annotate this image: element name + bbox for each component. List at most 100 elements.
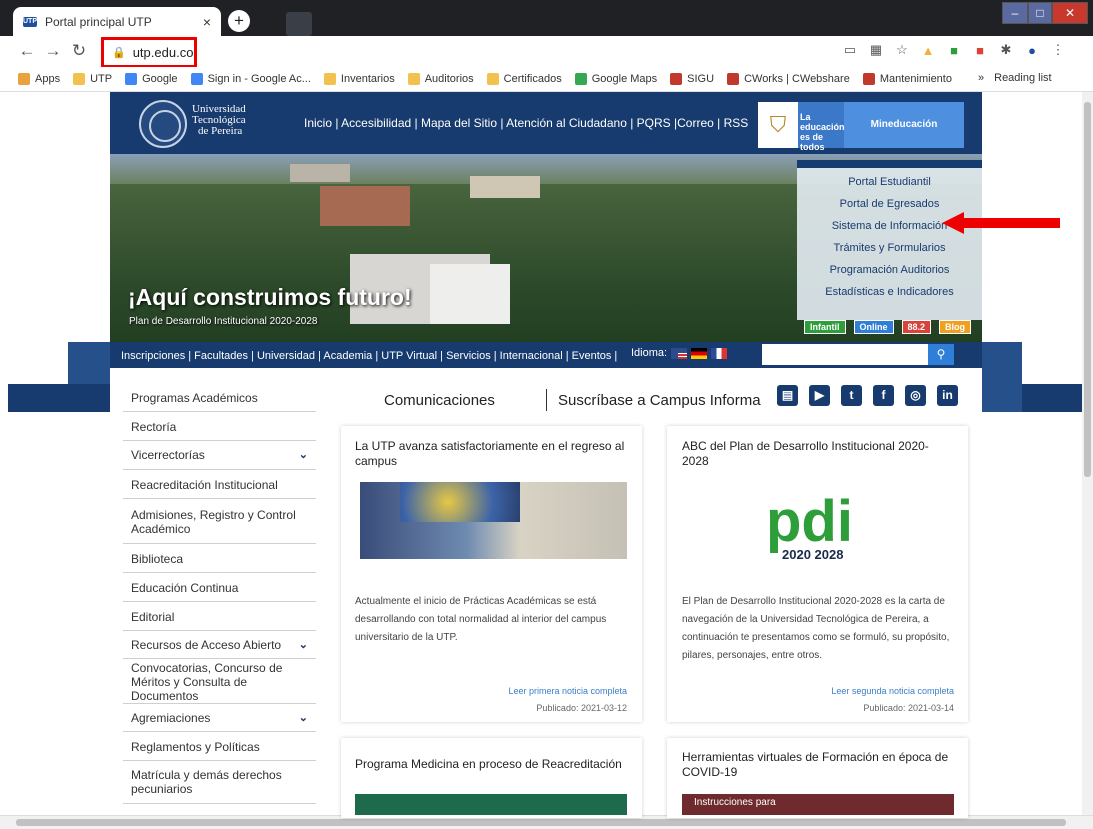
- sidebar-item[interactable]: Biblioteca: [123, 545, 316, 573]
- sidebar-item[interactable]: Admisiones, Registro y Control Académico: [123, 500, 316, 544]
- educacion-label: La educación es de todos: [798, 102, 845, 152]
- cast-icon[interactable]: ▭: [843, 42, 857, 58]
- bookmark-item[interactable]: Google: [125, 73, 178, 85]
- twitter-icon[interactable]: t: [841, 385, 862, 406]
- us-flag-icon[interactable]: [671, 347, 688, 359]
- sidebar-item-label: Vicerrectorías: [131, 447, 205, 462]
- ribbon-tail-right: [1022, 384, 1082, 412]
- instagram-icon[interactable]: ◎: [905, 385, 926, 406]
- minimize-button[interactable]: –: [1002, 2, 1028, 24]
- bookmark-icon: [407, 73, 420, 85]
- sidebar-item[interactable]: Programas Académicos: [123, 384, 316, 412]
- url-field[interactable]: 🔒 utp.edu.co: [101, 37, 197, 68]
- browser-tab[interactable]: UTP Portal principal UTP ×: [13, 7, 221, 36]
- puzzle-icon[interactable]: ✱: [999, 42, 1013, 58]
- maximize-button[interactable]: □: [1028, 2, 1052, 24]
- forward-icon[interactable]: →: [40, 41, 66, 61]
- bookmark-item[interactable]: CWorks | CWebshare: [727, 73, 850, 85]
- bookmark-item[interactable]: SIGU: [670, 73, 714, 85]
- sidebar-item[interactable]: Vicerrectorías ⌄: [123, 440, 316, 470]
- reading-list-area: » Reading list: [978, 72, 1052, 84]
- close-tab-icon[interactable]: ×: [203, 14, 211, 30]
- back-icon[interactable]: ←: [14, 41, 40, 61]
- bookmark-item[interactable]: UTP: [73, 73, 112, 85]
- more-bookmarks-icon[interactable]: »: [978, 72, 984, 84]
- new-tab-button[interactable]: +: [228, 10, 250, 32]
- pdi-logo-icon[interactable]: pdi 2020 2028: [766, 483, 862, 563]
- sidebar-item-label: Convocatorias, Concurso de Méritos y Con…: [131, 660, 283, 703]
- comunicaciones-link[interactable]: Comunicaciones: [384, 392, 495, 409]
- close-window-button[interactable]: ✕: [1052, 2, 1088, 24]
- youtube-icon[interactable]: ▶: [809, 385, 830, 406]
- linkedin-icon[interactable]: in: [937, 385, 958, 406]
- sidebar-item[interactable]: Reglamentos y Políticas: [123, 733, 316, 761]
- card-image[interactable]: [355, 794, 627, 815]
- pdf-icon[interactable]: ■: [973, 43, 987, 58]
- sidebar-item[interactable]: Recursos de Acceso Abierto ⌄: [123, 631, 316, 659]
- site-search-input[interactable]: [762, 344, 928, 365]
- card-title[interactable]: ABC del Plan de Desarrollo Institucional…: [682, 439, 954, 469]
- chevron-down-icon[interactable]: ⌄: [299, 711, 308, 724]
- hero-plan[interactable]: Plan de Desarrollo Institucional 2020-20…: [129, 316, 317, 327]
- card-title[interactable]: Programa Medicina en proceso de Reacredi…: [355, 757, 635, 772]
- bookmark-item[interactable]: Google Maps: [574, 73, 657, 85]
- reading-list-button[interactable]: Reading list: [994, 72, 1051, 84]
- portal-menu-item[interactable]: Programación Auditorios: [797, 264, 982, 276]
- card-title[interactable]: Herramientas virtuales de Formación en é…: [682, 750, 954, 780]
- sidebar-item[interactable]: Editorial: [123, 603, 316, 631]
- portal-menu-item[interactable]: Estadísticas e Indicadores: [797, 286, 982, 298]
- card-body: Actualmente el inicio de Prácticas Acadé…: [355, 596, 607, 643]
- bookmark-item[interactable]: Certificados: [486, 73, 562, 85]
- chevron-down-icon[interactable]: ⌄: [299, 638, 308, 651]
- read-more-link[interactable]: Leer primera noticia completa: [355, 686, 627, 696]
- card-image[interactable]: Instrucciones para: [682, 794, 954, 815]
- vertical-scrollbar[interactable]: [1082, 92, 1093, 815]
- sidebar-item-label: Editorial: [131, 609, 175, 624]
- bookmark-item[interactable]: Inventarios: [323, 73, 395, 85]
- qr-icon[interactable]: ▦: [869, 42, 883, 58]
- bookmark-item[interactable]: Apps: [18, 73, 60, 85]
- sidebar-item[interactable]: Agremiaciones ⌄: [123, 704, 316, 732]
- bookmark-star-icon[interactable]: ☆: [895, 42, 909, 58]
- bookmark-icon: [323, 73, 336, 85]
- government-banner[interactable]: ⛉ La educación es de todos Mineducación: [758, 102, 964, 152]
- suscribase-link[interactable]: Suscríbase a Campus Informa: [558, 392, 761, 409]
- facebook-icon[interactable]: f: [873, 385, 894, 406]
- profile-icon[interactable]: ●: [1025, 43, 1039, 58]
- utp-logo-icon[interactable]: [139, 100, 187, 148]
- bookmark-item[interactable]: Mantenimiento: [862, 73, 952, 85]
- bookmark-icon: [727, 73, 740, 85]
- badge-infantil[interactable]: Infantil: [804, 320, 846, 334]
- sidebar-item[interactable]: Matrícula y demás derechos pecuniarios: [123, 760, 316, 804]
- portal-menu-item[interactable]: Trámites y Formularios: [797, 242, 982, 254]
- top-links[interactable]: Inicio | Accesibilidad | Mapa del Sitio …: [304, 116, 748, 130]
- bookmark-label: UTP: [90, 73, 113, 85]
- german-flag-icon[interactable]: [691, 347, 708, 359]
- chevron-down-icon[interactable]: ⌄: [299, 448, 308, 461]
- main-nav-links[interactable]: Inscripciones | Facultades | Universidad…: [121, 350, 617, 362]
- sidebar-item[interactable]: Educación Continua: [123, 574, 316, 602]
- sidebar-item[interactable]: Rectoría: [123, 413, 316, 441]
- badge-88-2[interactable]: 88.2: [901, 320, 932, 334]
- extension-icon[interactable]: ■: [947, 43, 961, 58]
- reload-icon[interactable]: ↻: [66, 41, 92, 61]
- card-title[interactable]: La UTP avanza satisfactoriamente en el r…: [355, 439, 635, 469]
- bookmark-icon: [486, 73, 499, 85]
- portal-menu-item[interactable]: Portal de Egresados: [797, 198, 982, 210]
- news-icon[interactable]: ▤: [777, 385, 798, 406]
- badge-online[interactable]: Online: [853, 320, 894, 334]
- menu-icon[interactable]: ⋮: [1051, 42, 1065, 58]
- bookmark-item[interactable]: Sign in - Google Ac...: [190, 73, 311, 85]
- utp-logo-text[interactable]: Universidad Tecnológica de Pereira: [192, 104, 246, 137]
- card-image[interactable]: [360, 482, 627, 559]
- portal-menu-item[interactable]: Portal Estudiantil: [797, 176, 982, 188]
- bookmark-label: Sign in - Google Ac...: [207, 73, 311, 85]
- badge-blog[interactable]: Blog: [939, 320, 972, 334]
- drive-icon[interactable]: ▲: [921, 43, 935, 58]
- sidebar-item[interactable]: Convocatorias, Concurso de Méritos y Con…: [123, 660, 316, 704]
- search-icon[interactable]: ⚲: [928, 344, 954, 365]
- sidebar-item[interactable]: Reacreditación Institucional: [123, 471, 316, 499]
- french-flag-icon[interactable]: [711, 347, 728, 359]
- bookmark-item[interactable]: Auditorios: [407, 73, 474, 85]
- read-more-link[interactable]: Leer segunda noticia completa: [682, 686, 954, 696]
